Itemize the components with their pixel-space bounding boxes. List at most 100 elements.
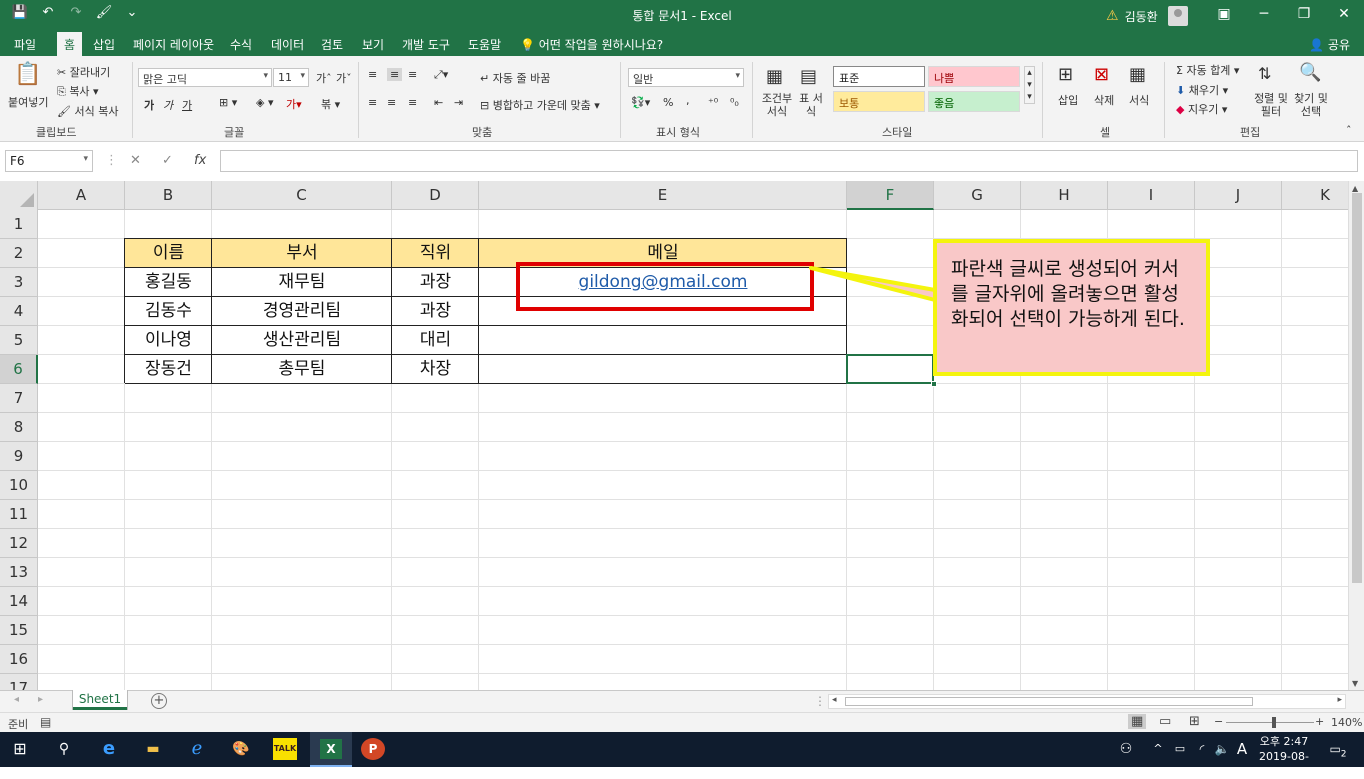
tab-insert[interactable]: 삽입 <box>93 36 115 53</box>
paste-icon[interactable]: 📋 <box>14 62 41 87</box>
tell-me-search[interactable]: 💡 어떤 작업을 원하시나요? <box>520 36 663 53</box>
selected-cell[interactable] <box>846 354 934 384</box>
file-explorer-icon[interactable]: ▬ <box>141 738 165 760</box>
row-header-10[interactable]: 10 <box>0 471 38 500</box>
fill-color-icon[interactable]: ◈ ▾ <box>256 96 273 109</box>
scroll-down-icon[interactable]: ▼ <box>1352 679 1358 688</box>
row-header-4[interactable]: 4 <box>0 297 38 326</box>
page-layout-view-icon[interactable]: ▭ <box>1159 714 1171 729</box>
align-bottom-icon[interactable]: ≡ <box>408 68 417 81</box>
table-cell[interactable]: 장동건 <box>125 355 212 384</box>
row-header-1[interactable]: 1 <box>0 210 38 239</box>
zoom-level[interactable]: 140% <box>1331 716 1362 729</box>
paste-button[interactable]: 붙여넣기 <box>8 94 48 110</box>
name-box[interactable]: F6 <box>5 150 93 172</box>
scroll-thumb[interactable] <box>1352 193 1362 583</box>
currency-icon[interactable]: 💱▾ <box>631 96 650 109</box>
format-cells-icon[interactable]: ▦ <box>1129 64 1146 85</box>
internet-explorer-icon[interactable]: ℯ <box>185 738 209 760</box>
tab-page-layout[interactable]: 페이지 레이아웃 <box>133 36 214 53</box>
border-icon[interactable]: ⊞ ▾ <box>219 96 237 109</box>
column-header-k[interactable]: K <box>1282 181 1348 210</box>
sort-filter-button[interactable]: 정렬 및 필터 <box>1254 92 1288 118</box>
column-header-c[interactable]: C <box>212 181 392 210</box>
row-header-2[interactable]: 2 <box>0 239 38 268</box>
fill-handle[interactable] <box>931 381 937 387</box>
table-cell[interactable]: 대리 <box>392 326 479 355</box>
sort-filter-icon[interactable]: ⇅ <box>1258 64 1271 83</box>
conditional-format-icon[interactable]: ▦ <box>766 66 783 87</box>
kakaotalk-icon[interactable]: TALK <box>273 738 297 760</box>
column-header-j[interactable]: J <box>1195 181 1282 210</box>
row-header-3[interactable]: 3 <box>0 268 38 297</box>
collapse-ribbon-icon[interactable]: ˆ <box>1346 124 1352 137</box>
row-header-6[interactable]: 6 <box>0 355 38 384</box>
powerpoint-icon[interactable]: P <box>361 738 385 760</box>
conditional-format-button[interactable]: 조건부 서식 <box>760 92 794 118</box>
next-sheet-icon[interactable]: ▸ <box>38 694 43 705</box>
grow-font-button[interactable]: 가ˆ <box>316 70 332 86</box>
font-name-select[interactable]: 맑은 고딕 <box>138 68 272 87</box>
column-header-i[interactable]: I <box>1108 181 1195 210</box>
find-select-icon[interactable]: 🔍 <box>1299 62 1321 83</box>
row-header-5[interactable]: 5 <box>0 326 38 355</box>
normal-view-icon[interactable]: ▦ <box>1128 714 1147 729</box>
delete-cells-button[interactable]: 삭제 <box>1094 92 1114 108</box>
font-size-select[interactable]: 11 <box>273 68 309 87</box>
avatar[interactable] <box>1167 6 1188 26</box>
tab-view[interactable]: 보기 <box>362 36 384 53</box>
restore-button[interactable]: ❐ <box>1284 0 1324 30</box>
row-header-17[interactable]: 17 <box>0 674 38 690</box>
column-header-g[interactable]: G <box>934 181 1021 210</box>
clear-button[interactable]: ◆ 지우기 ▾ <box>1176 101 1227 117</box>
table-cell[interactable]: 과장 <box>392 268 479 297</box>
style-neutral[interactable]: 보통 <box>833 91 925 112</box>
tab-file[interactable]: 파일 <box>14 36 36 53</box>
tab-formulas[interactable]: 수식 <box>230 36 252 53</box>
bold-button[interactable]: 가 <box>144 97 154 113</box>
row-header-16[interactable]: 16 <box>0 645 38 674</box>
h-scroll-thumb[interactable] <box>845 697 1253 706</box>
table-header-cell[interactable]: 이름 <box>125 239 212 268</box>
row-header-13[interactable]: 13 <box>0 558 38 587</box>
table-cell[interactable]: 이나영 <box>125 326 212 355</box>
increase-indent-icon[interactable]: ⇥ <box>454 96 463 109</box>
cancel-icon[interactable]: ✕ <box>130 153 141 168</box>
table-cell[interactable]: 재무팀 <box>212 268 392 297</box>
ribbon-display-icon[interactable]: ▣ <box>1204 0 1244 30</box>
table-cell[interactable]: 생산관리팀 <box>212 326 392 355</box>
table-cell[interactable] <box>479 355 847 384</box>
table-cell[interactable]: 홍길동 <box>125 268 212 297</box>
font-color-icon[interactable]: 가▾ <box>286 96 302 112</box>
copy-button[interactable]: ⎘ 복사 ▾ <box>57 83 99 99</box>
align-top-icon[interactable]: ≡ <box>368 68 377 81</box>
row-header-7[interactable]: 7 <box>0 384 38 413</box>
macro-record-icon[interactable]: ▤ <box>40 715 51 729</box>
share-button[interactable]: 👤 공유 <box>1309 36 1350 53</box>
zoom-in-icon[interactable]: + <box>1315 715 1324 728</box>
column-header-f[interactable]: F <box>847 181 934 210</box>
tab-help[interactable]: 도움말 <box>468 36 501 53</box>
row-header-12[interactable]: 12 <box>0 529 38 558</box>
splitter-icon[interactable]: ⋮ <box>814 694 826 708</box>
formula-input[interactable] <box>220 150 1358 172</box>
table-cell[interactable]: 총무팀 <box>212 355 392 384</box>
add-sheet-icon[interactable]: + <box>151 693 167 709</box>
show-hidden-icons[interactable]: ^ <box>1146 738 1170 760</box>
horizontal-scrollbar[interactable]: ◂ ▸ <box>828 694 1346 709</box>
table-cell[interactable]: 차장 <box>392 355 479 384</box>
align-left-icon[interactable]: ≡ <box>368 96 377 109</box>
sheet-tab-sheet1[interactable]: Sheet1 <box>73 690 127 710</box>
clock[interactable]: 오후 2:47 2019-08-11 <box>1254 734 1314 779</box>
decrease-indent-icon[interactable]: ⇤ <box>434 96 443 109</box>
style-good[interactable]: 좋음 <box>928 91 1020 112</box>
row-header-15[interactable]: 15 <box>0 616 38 645</box>
zoom-slider[interactable] <box>1226 722 1314 723</box>
people-icon[interactable]: ⚇ <box>1114 738 1138 760</box>
scroll-up-icon[interactable]: ▲ <box>1352 184 1358 193</box>
scroll-right-icon[interactable]: ▸ <box>1337 695 1342 705</box>
comma-button[interactable]: , <box>686 94 690 107</box>
enter-icon[interactable]: ✓ <box>162 153 173 168</box>
tab-review[interactable]: 검토 <box>321 36 343 53</box>
table-cell[interactable]: 경영관리팀 <box>212 297 392 326</box>
